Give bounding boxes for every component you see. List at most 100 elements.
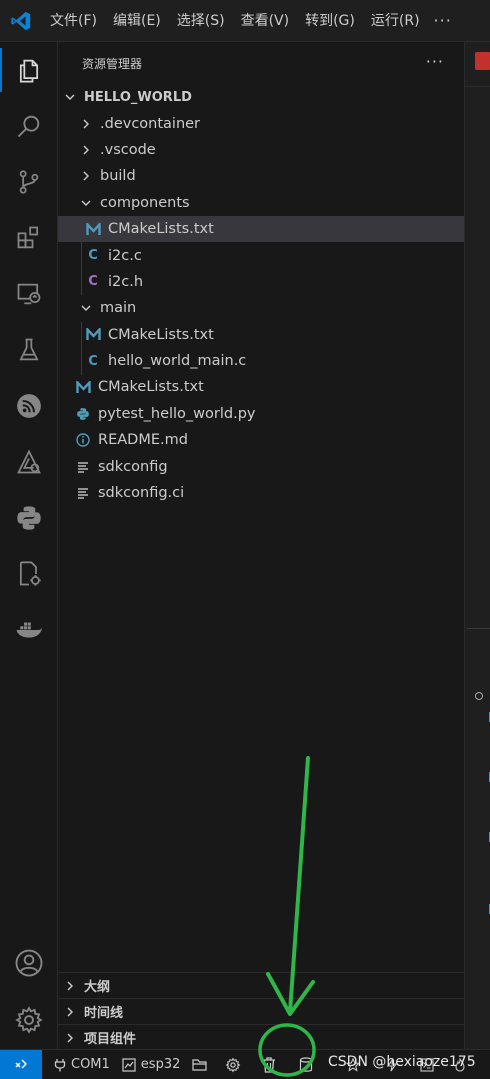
config-file-icon xyxy=(74,487,92,499)
panel-label: 大纲 xyxy=(84,980,111,995)
tree-item-label: CMakeLists.txt xyxy=(108,326,214,343)
menu-bar: 文件(F) 编辑(E) 选择(S) 查看(V) 转到(G) 运行(R) ··· xyxy=(42,0,452,42)
chevron-right-icon xyxy=(78,170,94,182)
info-icon xyxy=(74,433,92,447)
tree-file-sdkconfig[interactable]: sdkconfig xyxy=(58,453,464,479)
serial-port-button[interactable]: COM1 xyxy=(54,1057,110,1072)
tree-folder-vscode[interactable]: .vscode xyxy=(58,137,464,163)
tree-folder-build[interactable]: build xyxy=(58,163,464,189)
h-file-icon: C xyxy=(88,274,98,290)
remote-indicator-icon[interactable] xyxy=(0,1049,42,1079)
tree-item-label: README.md xyxy=(98,432,188,449)
manage-gear-icon[interactable] xyxy=(0,992,58,1048)
menu-edit[interactable]: 编辑(E) xyxy=(105,0,169,42)
cmake-file-icon xyxy=(84,328,102,341)
plug-icon xyxy=(54,1058,66,1071)
c-file-icon: C xyxy=(88,248,98,264)
tree-item-label: pytest_hello_world.py xyxy=(98,405,256,422)
tree-folder-devcontainer[interactable]: .devcontainer xyxy=(58,110,464,136)
serial-port-label: COM1 xyxy=(71,1057,110,1072)
build-button[interactable] xyxy=(299,1056,318,1073)
menu-file[interactable]: 文件(F) xyxy=(42,0,105,42)
cmake-file-icon xyxy=(84,222,102,236)
tree-file-hello-world-main-c[interactable]: C hello_world_main.c xyxy=(58,348,464,374)
chevron-right-icon xyxy=(62,1006,78,1018)
tree-file-root-cmakelists[interactable]: CMakeLists.txt xyxy=(58,374,464,400)
chevron-right-icon xyxy=(62,1032,78,1044)
vscode-logo-icon[interactable] xyxy=(0,0,42,42)
account-icon[interactable] xyxy=(0,935,58,991)
tree-file-i2c-c[interactable]: C i2c.c xyxy=(58,242,464,268)
tree-folder-components[interactable]: components xyxy=(58,190,464,216)
extensions-icon[interactable] xyxy=(0,210,58,266)
folder-icon xyxy=(192,1058,207,1071)
tree-item-label: CMakeLists.txt xyxy=(108,221,214,238)
tree-item-label: main xyxy=(100,300,137,317)
tab-divider xyxy=(465,86,490,87)
tree-item-label: i2c.h xyxy=(108,273,144,290)
watermark-text: CSDN @hexiaoze175 xyxy=(328,1054,476,1070)
sdk-config-button[interactable] xyxy=(225,1057,246,1073)
menu-go[interactable]: 转到(G) xyxy=(297,0,363,42)
explorer-header: 资源管理器 ··· xyxy=(58,42,464,84)
tree-item-label: HELLO_WORLD xyxy=(84,89,192,105)
tree-file-i2c-h[interactable]: C i2c.h xyxy=(58,269,464,295)
gear-icon xyxy=(226,1057,241,1072)
menu-selection[interactable]: 选择(S) xyxy=(169,0,233,42)
chevron-down-icon xyxy=(78,197,94,209)
activity-bar xyxy=(0,42,58,1049)
espressif-tab-icon[interactable] xyxy=(475,52,490,70)
title-bar: 文件(F) 编辑(E) 选择(S) 查看(V) 转到(G) 运行(R) ··· xyxy=(0,0,490,42)
tree-item-label: .devcontainer xyxy=(100,115,201,132)
deploy-icon[interactable] xyxy=(0,434,58,490)
source-control-icon[interactable] xyxy=(0,154,58,210)
c-file-icon: C xyxy=(88,353,98,369)
tree-file-components-cmakelists[interactable]: CMakeLists.txt xyxy=(58,215,464,243)
panel-label: 时间线 xyxy=(84,1006,124,1021)
chevron-down-icon xyxy=(62,91,78,103)
tree-item-label: sdkconfig xyxy=(98,458,168,475)
tree-file-readme[interactable]: README.md xyxy=(58,427,464,453)
chevron-right-icon xyxy=(62,980,78,992)
open-folder-button[interactable] xyxy=(192,1058,213,1072)
espressif-icon[interactable] xyxy=(0,378,58,434)
search-icon[interactable] xyxy=(0,98,58,154)
tree-item-label: build xyxy=(100,168,136,185)
editor-divider xyxy=(467,628,490,629)
python-icon[interactable] xyxy=(0,490,58,546)
tree-file-pytest[interactable]: pytest_hello_world.py xyxy=(58,401,464,427)
cmake-file-icon xyxy=(74,380,92,394)
chevron-right-icon xyxy=(78,118,94,130)
device-config-icon[interactable] xyxy=(0,546,58,602)
tree-file-sdkconfig-ci[interactable]: sdkconfig.ci xyxy=(58,480,464,506)
menu-view[interactable]: 查看(V) xyxy=(233,0,298,42)
explorer-sidebar: 资源管理器 ··· HELLO_WORLD .devcontainer .vsc… xyxy=(58,42,464,1049)
tree-root-hello-world[interactable]: HELLO_WORLD xyxy=(58,84,464,110)
tree-item-label: components xyxy=(100,194,190,211)
testing-flask-icon[interactable] xyxy=(0,322,58,378)
tree-file-main-cmakelists[interactable]: CMakeLists.txt xyxy=(58,322,464,348)
explorer-icon[interactable] xyxy=(0,42,58,98)
config-file-icon xyxy=(74,461,92,473)
panel-outline[interactable]: 大纲 xyxy=(58,972,464,998)
remote-explorer-icon[interactable] xyxy=(0,266,58,322)
tree-item-label: i2c.c xyxy=(108,247,142,264)
file-tree: HELLO_WORLD .devcontainer .vscode build … xyxy=(58,84,464,506)
explorer-more-actions-icon[interactable]: ··· xyxy=(426,52,444,71)
trash-icon xyxy=(263,1056,276,1073)
panel-label: 项目组件 xyxy=(84,1032,137,1047)
menu-run[interactable]: 运行(R) xyxy=(363,0,428,42)
tree-folder-main[interactable]: main xyxy=(58,295,464,321)
tree-item-label: .vscode xyxy=(100,141,156,158)
docker-icon[interactable] xyxy=(0,602,58,658)
radio-icon[interactable] xyxy=(475,692,483,700)
panel-project-components[interactable]: 项目组件 xyxy=(58,1024,464,1050)
full-clean-button[interactable] xyxy=(262,1056,281,1073)
panel-timeline[interactable]: 时间线 xyxy=(58,998,464,1024)
editor-area xyxy=(464,42,490,1049)
chevron-right-icon xyxy=(78,144,94,156)
chevron-down-icon xyxy=(78,302,94,314)
menu-more-icon[interactable]: ··· xyxy=(434,11,452,30)
tree-item-label: sdkconfig.ci xyxy=(98,485,185,502)
target-button[interactable]: esp32 xyxy=(122,1057,180,1072)
